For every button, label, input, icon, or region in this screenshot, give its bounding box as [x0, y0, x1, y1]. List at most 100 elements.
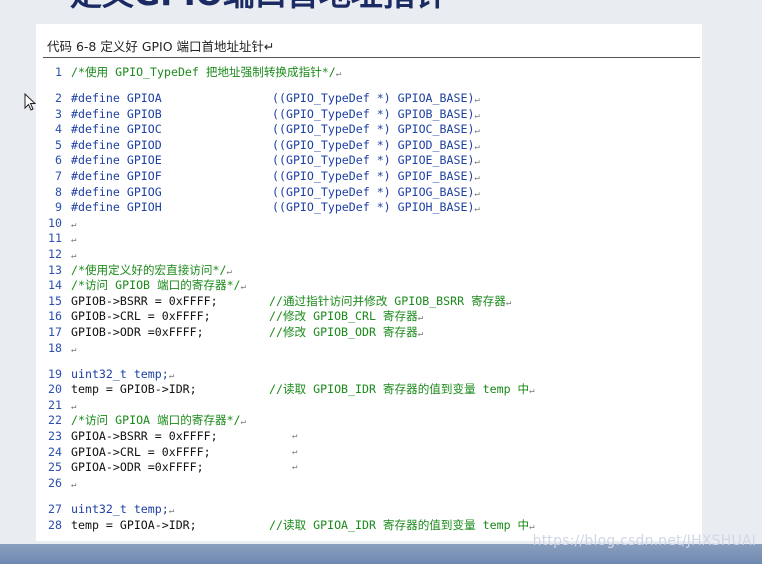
code-line: 6 #define GPIOE ((GPIO_TypeDef *) GPIOE_BA… — [36, 153, 696, 169]
code-line: 2 #define GPIOA ((GPIO_TypeDef *) GPIOA_BA… — [36, 91, 696, 107]
line-number: 24 — [48, 444, 62, 459]
line-number: 18 — [48, 340, 62, 355]
code-caption: 代码 6-8 定义好 GPIO 端口首地址址针↵ — [47, 39, 275, 54]
paragraph-mark: ↵ — [474, 126, 480, 137]
paragraph-mark: ↵ — [335, 69, 342, 79]
code-listing: 1 /*使用 GPIO_TypeDef 把地址强制转换成指针*/↵ 2 #define… — [36, 65, 696, 533]
code-text: /*使用 GPIO_TypeDef 把地址强制转换成指针*/↵ — [71, 65, 342, 79]
code-line: 24 GPIOA->CRL = 0xFFFF; ↵ — [36, 445, 696, 461]
paragraph-mark: ↵ — [474, 173, 480, 184]
code-line: 28 temp = GPIOA->IDR; //读取 GPIOA_IDR 寄存器的值… — [36, 518, 696, 534]
paragraph-mark: ↵ — [240, 417, 246, 428]
code-line: 13/*使用定义好的宏直接访问*/↵ — [36, 263, 696, 279]
paragraph-mark: ↵ — [71, 401, 77, 412]
line-number: 27 — [48, 501, 62, 516]
watermark: https://blog.csdn.net/JHXSHUAI — [532, 533, 756, 549]
code-line: 17 GPIOB->ODR =0xFFFF;//修改 GPIOB_ODR 寄存器↵ — [36, 325, 696, 341]
code-line: 8 #define GPIOG ((GPIO_TypeDef *) GPIOG_BA… — [36, 185, 696, 201]
code-comment: //读取 GPIOA_IDR 寄存器的值到变量 temp 中↵ — [269, 517, 535, 532]
code-text: #define GPIOE — [71, 153, 162, 168]
code-line: 5 #define GPIOD ((GPIO_TypeDef *) GPIOD_BA… — [36, 138, 696, 154]
line-number: 1 — [55, 65, 62, 79]
paragraph-mark: ↵ — [417, 329, 424, 339]
line-number: 8 — [55, 184, 62, 199]
code-text: ↵ — [71, 476, 76, 494]
paragraph-mark: ↵ — [168, 370, 175, 381]
paragraph-mark: ↵ — [417, 313, 424, 324]
paragraph-mark: ↵ — [71, 219, 77, 230]
code-line: 23 GPIOA->BSRR = 0xFFFF; ↵ — [36, 429, 696, 445]
code-line: 7 #define GPIOF ((GPIO_TypeDef *) GPIOF_BA… — [36, 169, 696, 185]
line-number: 20 — [48, 382, 62, 397]
code-line: 1 /*使用 GPIO_TypeDef 把地址强制转换成指针*/↵ — [36, 65, 696, 81]
code-line: 4 #define GPIOC ((GPIO_TypeDef *) GPIOC_BA… — [36, 122, 696, 138]
paragraph-mark: ↵ — [71, 344, 77, 355]
code-line: 19 uint32_t temp;↵ — [36, 367, 696, 383]
paragraph-mark: ↵ — [292, 446, 298, 457]
code-text: ↵ — [71, 341, 76, 359]
paragraph-mark: ↵ — [529, 386, 535, 397]
code-line: 25 GPIOA->ODR =0xFFFF; ↵ — [36, 460, 696, 476]
code-text: GPIOB->CRL = 0xFFFF; — [71, 309, 211, 324]
line-number: 13 — [48, 262, 62, 277]
paragraph-mark: ↵ — [292, 431, 298, 442]
line-number: 25 — [48, 460, 62, 475]
line-number: 2 — [55, 91, 62, 106]
code-text: GPIOB->BSRR = 0xFFFF; — [71, 293, 218, 308]
line-number: 11 — [48, 231, 62, 246]
paragraph-mark: ↵ — [226, 266, 232, 277]
code-text: #define GPIOH — [71, 200, 162, 215]
code-line: 18 ↵ — [36, 341, 696, 357]
line-number: 12 — [48, 247, 62, 262]
code-text: #define GPIOB — [71, 106, 162, 121]
line-number: 21 — [48, 397, 62, 412]
code-text: GPIOA->ODR =0xFFFF; — [71, 460, 204, 475]
code-line: 26 ↵ — [36, 476, 696, 492]
code-line: 20 temp = GPIOB->IDR;//读取 GPIOB_IDR 寄存器的值… — [36, 382, 696, 398]
code-line: 3 #define GPIOB ((GPIO_TypeDef *) GPIOB_BA… — [36, 107, 696, 123]
code-text: temp = GPIOB->IDR; — [71, 382, 197, 397]
code-text: #define GPIOG — [71, 184, 162, 199]
paragraph-mark: ↵ — [474, 204, 480, 215]
line-number: 28 — [48, 517, 62, 532]
paragraph-mark: ↵ — [240, 282, 246, 293]
code-line: 21 ↵ — [36, 398, 696, 414]
line-number: 26 — [48, 475, 62, 490]
line-number: 22 — [48, 413, 62, 428]
line-number: 14 — [48, 278, 62, 293]
paragraph-mark: ↵ — [474, 157, 480, 168]
line-number: 15 — [48, 293, 62, 308]
code-text: GPIOA->BSRR = 0xFFFF; — [71, 429, 218, 444]
code-text: #define GPIOF — [71, 169, 162, 184]
paragraph-mark: ↵ — [474, 95, 480, 106]
code-text: GPIOA->CRL = 0xFFFF; — [71, 444, 211, 459]
document-page: 代码 6-8 定义好 GPIO 端口首地址址针↵ 1 /*使用 GPIO_Type… — [36, 24, 702, 541]
line-number: 5 — [55, 137, 62, 152]
paragraph-mark: ↵ — [474, 188, 480, 199]
line-number: 7 — [55, 169, 62, 184]
line-number: 9 — [55, 200, 62, 215]
code-line: 14/*访问 GPIOB 端口的寄存器*/↵ — [36, 278, 696, 294]
line-number: 6 — [55, 153, 62, 168]
code-text: GPIOB->ODR =0xFFFF; — [71, 325, 204, 339]
paragraph-mark: ↵ — [292, 462, 298, 473]
line-number: 17 — [48, 325, 62, 339]
code-line: 12 ↵ — [36, 247, 696, 263]
paragraph-mark: ↵ — [474, 110, 480, 121]
code-line: 11 ↵ — [36, 231, 696, 247]
code-line: 16 GPIOB->CRL = 0xFFFF;//修改 GPIOB_CRL 寄存器… — [36, 309, 696, 325]
paragraph-mark: ↵ — [529, 521, 535, 532]
code-line: 9 #define GPIOH ((GPIO_TypeDef *) GPIOH_BA… — [36, 200, 696, 216]
code-line: 27 uint32_t temp;↵ — [36, 502, 696, 518]
code-text: temp = GPIOA->IDR; — [71, 517, 197, 532]
line-number: 16 — [48, 309, 62, 324]
paragraph-mark: ↵ — [505, 297, 512, 308]
code-line: 10 ↵ — [36, 216, 696, 232]
code-text: #define GPIOA — [71, 91, 162, 106]
line-number: 19 — [48, 366, 62, 381]
paragraph-mark: ↵ — [474, 141, 480, 152]
paragraph-mark: ↵ — [71, 235, 77, 246]
code-line: 22/*访问 GPIOA 端口的寄存器*/↵ — [36, 413, 696, 429]
line-number: 23 — [48, 429, 62, 444]
line-number: 10 — [48, 215, 62, 230]
